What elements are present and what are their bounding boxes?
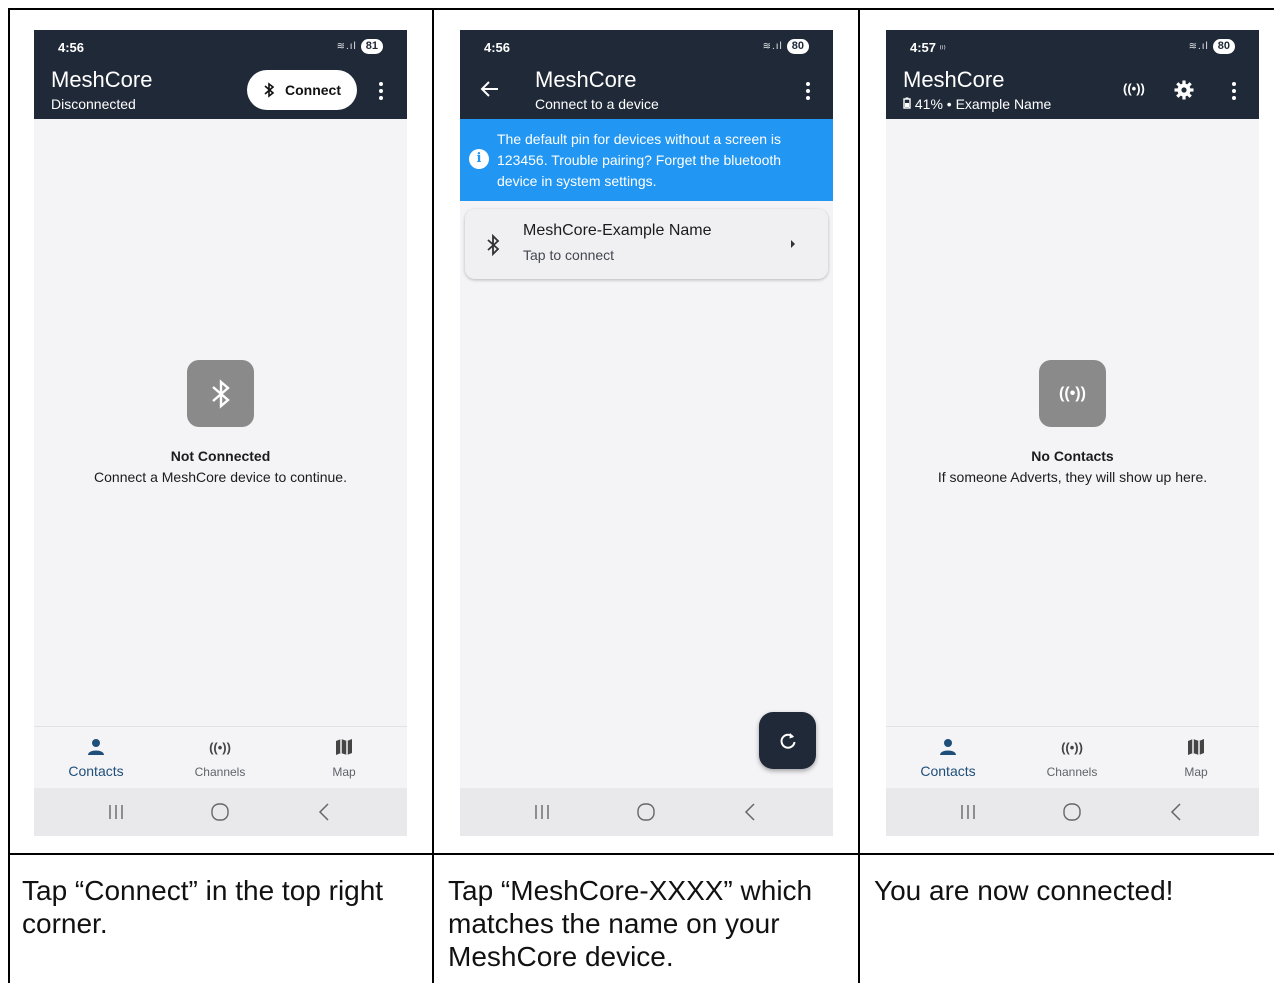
device-status-text: 41% • Example Name — [914, 96, 1052, 112]
status-time: 4:56 — [484, 40, 511, 55]
more-menu-icon[interactable] — [806, 82, 810, 100]
connect-button[interactable]: Connect — [247, 70, 357, 110]
info-banner: i The default pin for devices without a … — [460, 119, 833, 201]
nav-channels[interactable]: ((•)) Channels — [1022, 735, 1122, 780]
map-icon — [336, 739, 352, 755]
bluetooth-icon — [264, 82, 275, 98]
gear-icon[interactable] — [1173, 79, 1195, 101]
caption-step-1: Tap “Connect” in the top right corner. — [22, 875, 384, 939]
system-navigation-bar — [460, 788, 833, 836]
app-title: MeshCore — [51, 67, 153, 92]
bluetooth-placeholder-icon — [187, 360, 254, 427]
page-subtitle: Connect to a device — [535, 96, 659, 112]
table-divider-2 — [858, 8, 860, 983]
status-time: 4:56 — [58, 40, 85, 55]
table-border-left — [8, 8, 10, 983]
device-status: 41% • Example Name — [903, 96, 1051, 112]
status-icons: ≋.ıl 80 — [1189, 39, 1235, 54]
system-navigation-bar — [34, 788, 407, 836]
home-icon[interactable] — [1052, 800, 1092, 824]
status-extra-icon: ⁽ⁱ⁾ — [939, 44, 946, 54]
connect-label: Connect — [285, 82, 341, 98]
home-icon[interactable] — [626, 800, 666, 824]
nav-map-label: Map — [1184, 765, 1208, 779]
phone-screen-device-list: 4:56 ≋.ıl 80 MeshCore Connect to a devic… — [460, 30, 833, 836]
table-border-middle — [8, 853, 1274, 855]
empty-state-title: Not Connected — [170, 448, 271, 464]
app-title: MeshCore — [535, 67, 637, 92]
battery-badge: 80 — [786, 39, 809, 54]
bottom-navigation: Contacts ((•)) Channels Map — [886, 726, 1259, 788]
status-icons: ≋.ıl 80 — [763, 39, 809, 54]
battery-badge: 80 — [1212, 39, 1235, 54]
home-icon[interactable] — [200, 800, 240, 824]
phone-screen-disconnected: 4:56 ≋.ıl 81 MeshCore Disconnected Conne… — [34, 30, 407, 836]
back-arrow-icon[interactable] — [480, 80, 500, 98]
nav-channels[interactable]: ((•)) Channels — [170, 735, 270, 780]
signal-icon: ≋.ıl — [1188, 41, 1209, 52]
recents-icon[interactable] — [96, 800, 136, 824]
nav-contacts-label: Contacts — [68, 763, 124, 779]
back-icon[interactable] — [304, 800, 344, 824]
refresh-button[interactable] — [759, 712, 816, 769]
empty-state-description: If someone Adverts, they will show up he… — [937, 469, 1208, 485]
more-menu-icon[interactable] — [1232, 82, 1236, 100]
chevron-right-icon — [791, 240, 795, 248]
device-hint: Tap to connect — [523, 247, 615, 263]
person-icon — [940, 739, 956, 755]
status-icons: ≋.ıl 81 — [337, 39, 383, 54]
app-bar: 4:56 ≋.ıl 80 MeshCore Connect to a devic… — [460, 30, 833, 119]
info-icon: i — [469, 149, 489, 169]
app-bar: 4:57 ⁽ⁱ⁾ ≋.ıl 80 MeshCore 41% • Example … — [886, 30, 1259, 119]
battery-icon — [903, 97, 911, 109]
refresh-icon — [780, 732, 795, 749]
device-list-item[interactable]: MeshCore-Example Name Tap to connect — [465, 209, 828, 279]
table-divider-1 — [432, 8, 434, 983]
back-icon[interactable] — [1156, 800, 1196, 824]
caption-step-2: Tap “MeshCore-XXXX” which matches the na… — [448, 875, 813, 972]
nav-contacts[interactable]: Contacts — [898, 735, 998, 779]
nav-channels-label: Channels — [194, 765, 246, 779]
person-icon — [88, 739, 104, 755]
nav-map[interactable]: Map — [294, 735, 394, 779]
recents-icon[interactable] — [522, 800, 562, 824]
phone-screen-connected: 4:57 ⁽ⁱ⁾ ≋.ıl 80 MeshCore 41% • Example … — [886, 30, 1259, 836]
nav-channels-label: Channels — [1046, 765, 1098, 779]
info-banner-text: The default pin for devices without a sc… — [497, 131, 782, 189]
recents-icon[interactable] — [948, 800, 988, 824]
broadcast-placeholder-icon: ((•)) — [1039, 360, 1106, 427]
broadcast-icon: ((•)) — [1061, 739, 1083, 755]
broadcast-icon[interactable]: ((•)) — [1123, 81, 1145, 96]
map-icon — [1188, 739, 1204, 755]
app-title: MeshCore — [903, 67, 1005, 92]
empty-state-title: No Contacts — [1031, 448, 1114, 464]
empty-state-description: Connect a MeshCore device to continue. — [94, 469, 347, 485]
back-icon[interactable] — [730, 800, 770, 824]
connection-status: Disconnected — [51, 96, 136, 112]
signal-icon: ≋.ıl — [762, 41, 783, 52]
broadcast-icon: ((•)) — [209, 739, 231, 755]
nav-contacts-label: Contacts — [920, 763, 976, 779]
device-name: MeshCore-Example Name — [523, 222, 712, 239]
status-time: 4:57 ⁽ⁱ⁾ — [910, 40, 946, 55]
table-border-top — [8, 8, 1274, 10]
bottom-navigation: Contacts ((•)) Channels Map — [34, 726, 407, 788]
nav-map[interactable]: Map — [1146, 735, 1246, 779]
nav-map-label: Map — [332, 765, 356, 779]
caption-step-3: You are now connected! — [874, 875, 1174, 906]
nav-contacts[interactable]: Contacts — [46, 735, 146, 779]
signal-icon: ≋.ıl — [336, 41, 357, 52]
more-menu-icon[interactable] — [379, 82, 383, 100]
battery-badge: 81 — [360, 39, 383, 54]
bluetooth-icon — [487, 234, 500, 256]
app-bar: 4:56 ≋.ıl 81 MeshCore Disconnected Conne… — [34, 30, 407, 119]
system-navigation-bar — [886, 788, 1259, 836]
